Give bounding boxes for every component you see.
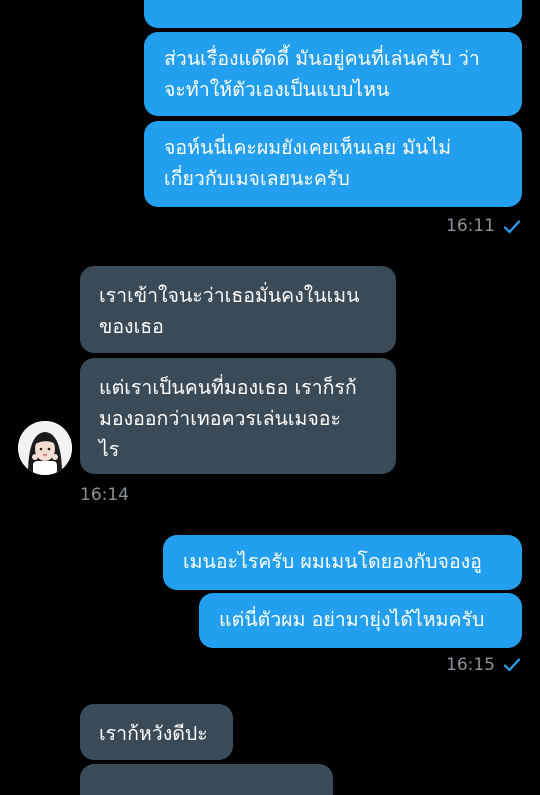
outgoing-message[interactable] [144, 0, 522, 28]
check-icon [503, 220, 521, 234]
message-timestamp: 16:14 [80, 485, 129, 505]
incoming-message[interactable] [80, 764, 333, 795]
chat-conversation: ส่วนเรื่องแด๊ดดี้ มันอยู่คนที่เล่นครับ ว… [0, 0, 540, 795]
avatar[interactable] [18, 421, 72, 475]
incoming-message[interactable]: เราเข้าใจนะว่าเธอมั่นคงในเมน ของเธอ [80, 266, 396, 353]
incoming-message[interactable]: แต่เราเป็นคนที่มองเธอ เราก็รก้ มองออกว่า… [80, 358, 396, 474]
outgoing-message[interactable]: จอห์นนี่เคะผมยังเคยเห็นเลย มันไม่ เกี่ยว… [144, 121, 522, 207]
profile-photo-icon [18, 421, 72, 475]
outgoing-message[interactable]: เมนอะไรครับ ผมเมนโดยองกับจองอู [163, 535, 522, 590]
check-icon [503, 658, 521, 672]
outgoing-message[interactable]: ส่วนเรื่องแด๊ดดี้ มันอยู่คนที่เล่นครับ ว… [144, 32, 522, 116]
message-timestamp: 16:15 [446, 655, 495, 675]
incoming-message[interactable]: เราก้หวังดีปะ [80, 704, 233, 760]
outgoing-message[interactable]: แต่นี่ตัวผม อย่ามายุ่งได้ไหมครับ [199, 593, 522, 648]
message-timestamp: 16:11 [446, 216, 495, 236]
